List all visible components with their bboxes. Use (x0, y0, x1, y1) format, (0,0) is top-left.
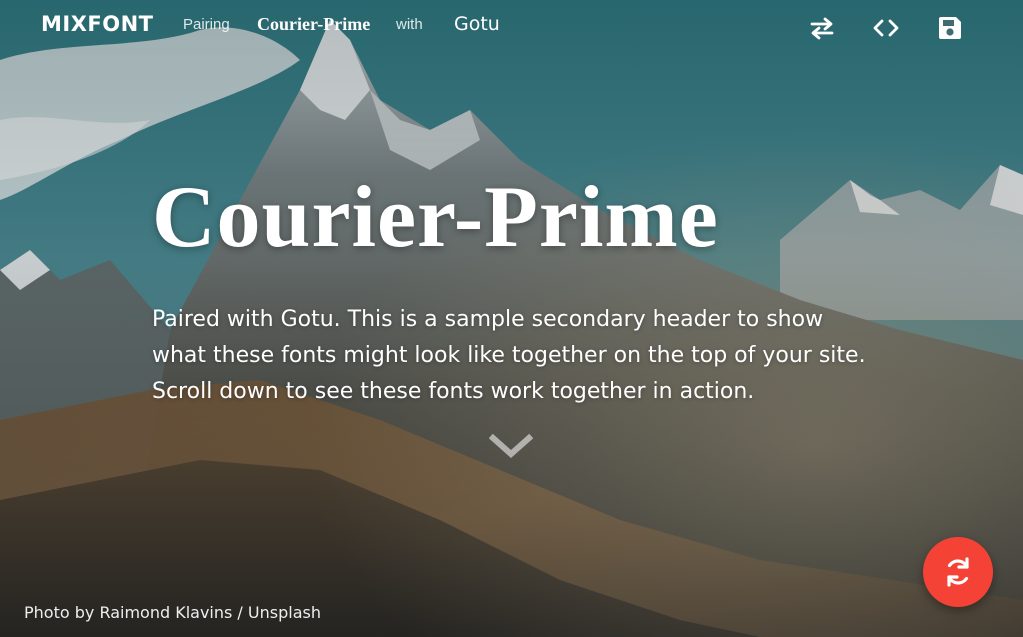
pairing-label: Pairing (183, 16, 230, 33)
hero-title: Courier-Prime (152, 169, 719, 266)
top-nav: MIXFONT Pairing Courier-Prime with Gotu (0, 0, 1023, 56)
swap-icon (810, 17, 834, 40)
refresh-icon (947, 557, 969, 587)
hero-subtitle: Paired with Gotu. This is a sample secon… (152, 307, 866, 404)
save-pairing-button[interactable] (934, 12, 966, 44)
body-font-selector[interactable]: Gotu (454, 13, 500, 35)
embed-code-button[interactable] (870, 12, 902, 44)
code-icon (873, 19, 899, 37)
scroll-down-button[interactable] (488, 432, 534, 462)
photo-credit[interactable]: Photo by Raimond Klavins / Unsplash (24, 603, 321, 622)
save-icon (939, 17, 961, 39)
heading-font-selector[interactable]: Courier-Prime (257, 14, 370, 35)
shuffle-fonts-button[interactable] (923, 537, 993, 607)
with-label: with (396, 16, 423, 33)
swap-fonts-button[interactable] (806, 12, 838, 44)
brand-logo[interactable]: MIXFONT (41, 12, 154, 36)
chevron-down-icon (488, 433, 534, 459)
hero-page: MIXFONT Pairing Courier-Prime with Gotu (0, 0, 1023, 637)
